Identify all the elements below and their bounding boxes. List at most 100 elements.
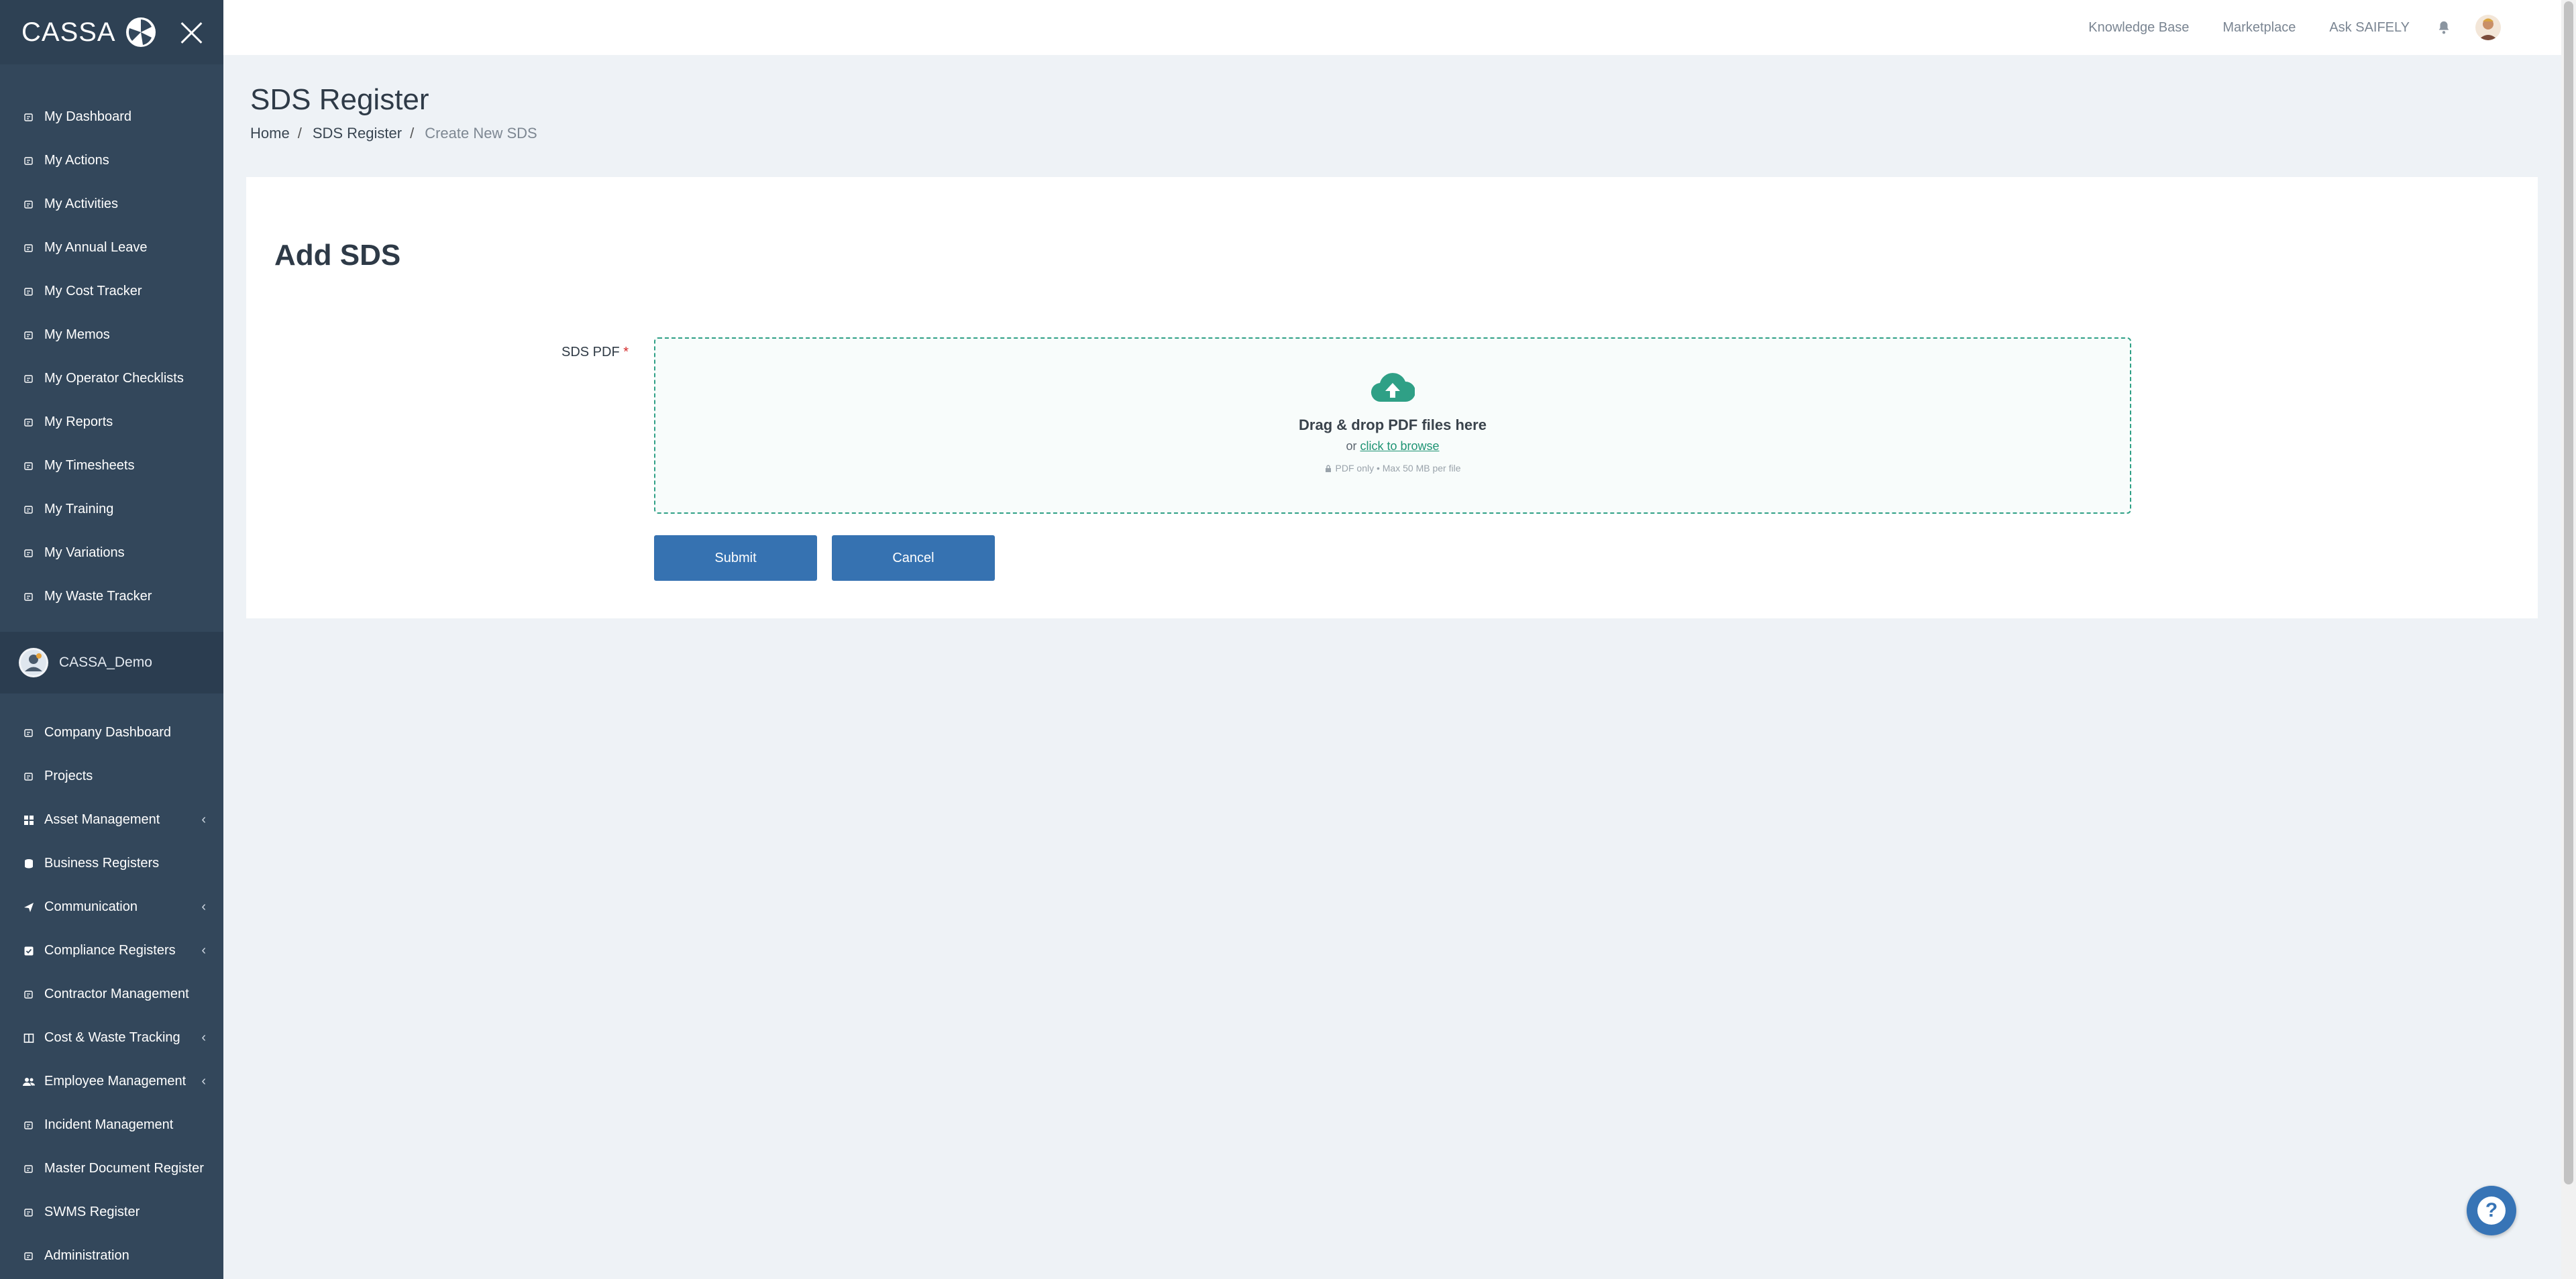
- columns-icon: [23, 1032, 35, 1044]
- database-icon: [23, 858, 35, 870]
- dropzone-title: Drag & drop PDF files here: [1299, 416, 1487, 433]
- sidebar-item-my-cost-tracker[interactable]: My Cost Tracker: [0, 270, 223, 313]
- sidebar-item-label: Business Registers: [44, 856, 160, 871]
- sidebar-header: CASSA: [0, 0, 223, 64]
- close-sidebar-icon[interactable]: [179, 20, 203, 44]
- breadcrumb-sds-register[interactable]: SDS Register: [313, 125, 402, 142]
- sidebar-item-label: My Annual Leave: [44, 240, 148, 255]
- send-icon: [23, 901, 35, 913]
- sidebar-item-projects[interactable]: Projects: [0, 755, 223, 798]
- sidebar-item-my-actions[interactable]: My Actions: [0, 139, 223, 182]
- user-avatar[interactable]: [2475, 15, 2501, 40]
- knowledge-base-link[interactable]: Knowledge Base: [2088, 20, 2189, 36]
- waste-icon: [23, 591, 35, 603]
- sidebar-item-label: My Reports: [44, 414, 113, 429]
- actions-icon: [23, 155, 35, 167]
- sidebar-item-company-dashboard[interactable]: Company Dashboard: [0, 711, 223, 755]
- sidebar-item-label: My Waste Tracker: [44, 589, 152, 604]
- bell-icon[interactable]: [2436, 20, 2451, 35]
- company-nav: Company Dashboard Projects Asset Managemen…: [0, 693, 223, 1278]
- sidebar-item-asset-management[interactable]: Asset Management ‹: [0, 798, 223, 842]
- chevron-left-icon: ‹: [201, 812, 206, 827]
- sds-pdf-label: SDS PDF *: [561, 345, 629, 360]
- leave-icon: [23, 242, 35, 254]
- dropzone-or: or: [1346, 439, 1357, 453]
- variation-icon: [23, 547, 35, 559]
- dropzone-note: PDF only • Max 50 MB per file: [1325, 463, 1460, 474]
- sidebar-item-label: My Activities: [44, 197, 119, 211]
- sidebar-item-my-dashboard[interactable]: My Dashboard: [0, 95, 223, 139]
- logo-text: CASSA: [21, 17, 116, 47]
- logo[interactable]: CASSA: [21, 17, 156, 48]
- sidebar-item-communication[interactable]: Communication ‹: [0, 885, 223, 929]
- sidebar-item-master-document-register[interactable]: Master Document Register: [0, 1147, 223, 1190]
- sidebar-item-my-timesheets[interactable]: My Timesheets: [0, 444, 223, 488]
- sidebar-item-employee-management[interactable]: Employee Management ‹: [0, 1060, 223, 1103]
- sidebar-item-label: Company Dashboard: [44, 725, 171, 740]
- sidebar-item-label: My Training: [44, 502, 114, 516]
- browse-link[interactable]: click to browse: [1360, 439, 1439, 453]
- incident-icon: [23, 1119, 35, 1131]
- sidebar-item-label: My Variations: [44, 545, 125, 560]
- dropzone-subtitle: or click to browse: [1346, 439, 1439, 453]
- submit-button[interactable]: Submit: [654, 535, 817, 581]
- question-icon: ?: [2477, 1197, 2506, 1225]
- sidebar-item-swms-register[interactable]: SWMS Register: [0, 1190, 223, 1234]
- company-switcher[interactable]: CASSA_Demo: [0, 632, 223, 693]
- form-title: Add SDS: [274, 239, 401, 272]
- contractor-icon: [23, 989, 35, 1001]
- sidebar-item-my-memos[interactable]: My Memos: [0, 313, 223, 357]
- sidebar-item-label: My Memos: [44, 327, 110, 342]
- sidebar-item-label: My Timesheets: [44, 458, 135, 473]
- swms-icon: [23, 1207, 35, 1219]
- sidebar-item-label: Master Document Register: [44, 1161, 204, 1176]
- page-scrollbar[interactable]: [2561, 0, 2576, 1279]
- cancel-button[interactable]: Cancel: [832, 535, 995, 581]
- breadcrumb-separator: /: [297, 125, 302, 142]
- sidebar-item-my-annual-leave[interactable]: My Annual Leave: [0, 226, 223, 270]
- users-icon: [23, 1076, 35, 1088]
- sidebar-item-label: Compliance Registers: [44, 943, 176, 958]
- sidebar-item-my-activities[interactable]: My Activities: [0, 182, 223, 226]
- report-icon: [23, 416, 35, 429]
- sds-pdf-label-text: SDS PDF: [561, 345, 620, 359]
- sidebar-item-business-registers[interactable]: Business Registers: [0, 842, 223, 885]
- sidebar-item-label: Employee Management: [44, 1074, 186, 1089]
- pdf-dropzone[interactable]: Drag & drop PDF files here or click to b…: [654, 337, 2131, 514]
- dashboard-icon: [23, 111, 35, 123]
- marketplace-link[interactable]: Marketplace: [2222, 20, 2296, 36]
- topbar: Knowledge Base Marketplace Ask SAIFELY: [223, 0, 2561, 55]
- timesheet-icon: [23, 460, 35, 472]
- grid-icon: [23, 814, 35, 826]
- sidebar: CASSA My Dashboard My Actions My Activitie…: [0, 0, 223, 1279]
- logo-mark-icon: [125, 17, 156, 47]
- training-icon: [23, 504, 35, 516]
- sidebar-item-my-waste-tracker[interactable]: My Waste Tracker: [0, 575, 223, 618]
- memo-icon: [23, 329, 35, 341]
- sidebar-item-administration[interactable]: Administration: [0, 1234, 223, 1278]
- admin-icon: [23, 1250, 35, 1262]
- personal-nav: My Dashboard My Actions My Activities My An…: [0, 64, 223, 618]
- sidebar-item-cost-waste-tracking[interactable]: Cost & Waste Tracking ‹: [0, 1016, 223, 1060]
- sidebar-item-label: Cost & Waste Tracking: [44, 1030, 180, 1045]
- lock-icon: [1325, 464, 1331, 472]
- sidebar-item-my-training[interactable]: My Training: [0, 488, 223, 531]
- activities-icon: [23, 199, 35, 211]
- chevron-left-icon: ‹: [201, 899, 206, 914]
- sidebar-item-my-operator-checklists[interactable]: My Operator Checklists: [0, 357, 223, 400]
- scrollbar-thumb[interactable]: [2564, 1, 2573, 1184]
- sidebar-item-my-reports[interactable]: My Reports: [0, 400, 223, 444]
- sidebar-item-label: Asset Management: [44, 812, 160, 827]
- checklist-icon: [23, 373, 35, 385]
- sidebar-item-incident-management[interactable]: Incident Management: [0, 1103, 223, 1147]
- sidebar-item-label: Communication: [44, 899, 138, 914]
- sidebar-item-compliance-registers[interactable]: Compliance Registers ‹: [0, 929, 223, 972]
- chevron-left-icon: ‹: [201, 1074, 206, 1089]
- ask-saifely-link[interactable]: Ask SAIFELY: [2329, 20, 2410, 36]
- sidebar-item-my-variations[interactable]: My Variations: [0, 531, 223, 575]
- help-button[interactable]: ?: [2467, 1186, 2516, 1235]
- sidebar-item-contractor-management[interactable]: Contractor Management: [0, 972, 223, 1016]
- breadcrumb-home[interactable]: Home: [250, 125, 290, 142]
- check-square-icon: [23, 945, 35, 957]
- sidebar-item-label: Contractor Management: [44, 987, 189, 1001]
